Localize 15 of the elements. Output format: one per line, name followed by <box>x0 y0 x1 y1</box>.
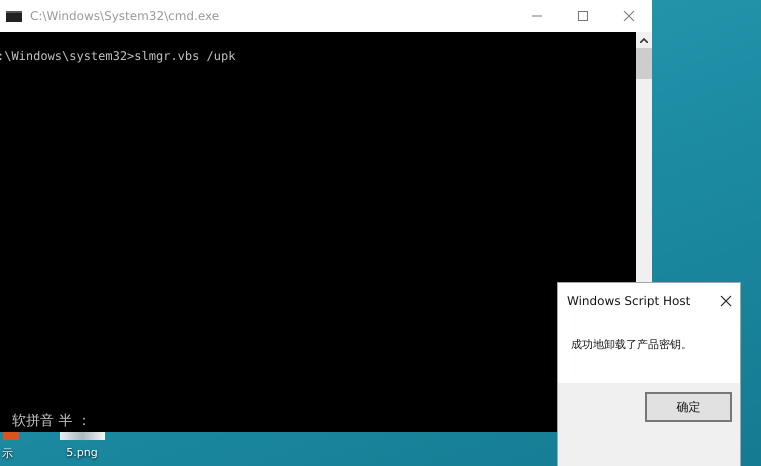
dialog-message: 成功地卸载了产品密钥。 <box>570 337 693 353</box>
console-icon <box>6 10 22 22</box>
maximize-icon <box>577 10 589 22</box>
ime-status: 软拼音 半 ： <box>12 412 91 430</box>
scroll-thumb[interactable] <box>636 48 652 79</box>
dialog-title: Windows Script Host <box>567 294 690 308</box>
close-icon <box>623 10 635 22</box>
close-icon[interactable] <box>720 295 732 307</box>
console-line: :\Windows\system32>slmgr.vbs /upk <box>0 49 236 63</box>
window-title: C:\Windows\System32\cmd.exe <box>30 9 220 23</box>
icon-label: 示 <box>2 446 13 461</box>
file-icon <box>60 432 104 440</box>
ok-button[interactable]: 确定 <box>645 392 732 422</box>
file-icon <box>3 432 19 440</box>
icon-label: 5.png <box>66 446 98 459</box>
